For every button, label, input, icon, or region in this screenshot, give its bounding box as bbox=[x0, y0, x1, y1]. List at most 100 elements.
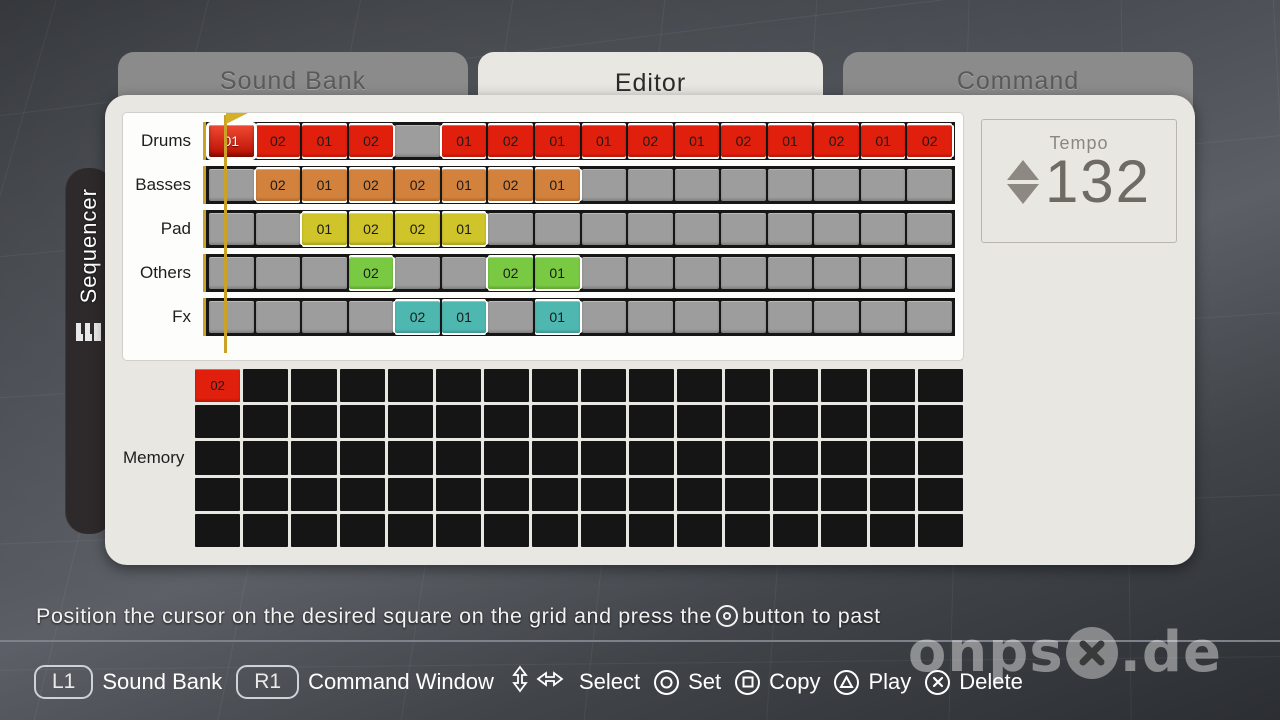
step-cell[interactable] bbox=[581, 301, 627, 333]
memory-cell[interactable] bbox=[387, 477, 433, 511]
step-cell[interactable] bbox=[814, 213, 859, 245]
memory-cell[interactable] bbox=[773, 477, 819, 511]
memory-cell[interactable] bbox=[773, 369, 819, 403]
memory-cell[interactable] bbox=[532, 513, 578, 547]
memory-cell[interactable] bbox=[387, 369, 433, 403]
memory-cell[interactable] bbox=[243, 477, 289, 511]
step-cell[interactable] bbox=[674, 301, 720, 333]
step-cell[interactable] bbox=[488, 213, 533, 245]
memory-cell[interactable] bbox=[917, 513, 963, 547]
memory-cell[interactable] bbox=[387, 405, 433, 439]
step-cell[interactable] bbox=[860, 213, 906, 245]
step-cell[interactable] bbox=[860, 257, 906, 289]
memory-cell[interactable] bbox=[676, 405, 723, 439]
step-cell[interactable] bbox=[255, 257, 301, 289]
memory-cell[interactable] bbox=[484, 513, 530, 547]
step-cell[interactable] bbox=[674, 257, 720, 289]
step-cell[interactable] bbox=[628, 213, 673, 245]
step-cell[interactable]: 02 bbox=[348, 169, 394, 201]
step-cell[interactable]: 01 bbox=[860, 125, 906, 157]
memory-cell[interactable] bbox=[243, 513, 289, 547]
step-cell[interactable] bbox=[395, 257, 440, 289]
step-cell[interactable] bbox=[209, 257, 254, 289]
memory-cell[interactable] bbox=[339, 477, 385, 511]
memory-cell[interactable] bbox=[291, 405, 337, 439]
step-cell[interactable]: 02 bbox=[488, 169, 533, 201]
step-cell[interactable] bbox=[302, 257, 347, 289]
step-cell[interactable] bbox=[860, 301, 906, 333]
memory-cell[interactable] bbox=[291, 513, 337, 547]
legend-item-copy[interactable]: Copy bbox=[735, 669, 820, 695]
legend-item-set[interactable]: Set bbox=[654, 669, 721, 695]
legend-item-play[interactable]: Play bbox=[834, 669, 911, 695]
step-cell[interactable] bbox=[721, 213, 766, 245]
track-steps[interactable]: 01 02 02 01 bbox=[203, 210, 955, 248]
step-cell[interactable] bbox=[814, 301, 859, 333]
step-cell[interactable]: 01 bbox=[441, 169, 487, 201]
memory-cell[interactable] bbox=[291, 441, 337, 475]
legend-item-select[interactable]: Select bbox=[508, 664, 640, 700]
memory-grid[interactable]: 02 bbox=[195, 369, 963, 547]
memory-cell[interactable] bbox=[484, 405, 530, 439]
step-cell[interactable]: 01 bbox=[534, 257, 580, 289]
memory-cell[interactable] bbox=[580, 441, 626, 475]
memory-cell[interactable] bbox=[339, 405, 385, 439]
memory-cell[interactable] bbox=[725, 477, 771, 511]
memory-cell[interactable] bbox=[676, 441, 723, 475]
memory-cell[interactable] bbox=[628, 441, 674, 475]
memory-cell[interactable] bbox=[869, 513, 915, 547]
step-cell[interactable] bbox=[860, 169, 906, 201]
memory-cell[interactable] bbox=[628, 477, 674, 511]
memory-cell[interactable] bbox=[435, 405, 482, 439]
memory-cell[interactable] bbox=[580, 405, 626, 439]
memory-cell[interactable] bbox=[725, 441, 771, 475]
step-cell[interactable] bbox=[209, 169, 254, 201]
step-cell[interactable] bbox=[209, 213, 254, 245]
step-cell[interactable] bbox=[814, 257, 859, 289]
memory-cell[interactable] bbox=[821, 369, 867, 403]
memory-cell[interactable] bbox=[339, 369, 385, 403]
memory-cell[interactable] bbox=[195, 441, 241, 475]
step-cell[interactable] bbox=[534, 213, 580, 245]
step-cell[interactable]: 02 bbox=[488, 125, 533, 157]
memory-cell[interactable] bbox=[435, 477, 482, 511]
step-cell[interactable]: 01 bbox=[534, 169, 580, 201]
legend-item-command-window[interactable]: R1 Command Window bbox=[236, 665, 494, 699]
step-cell[interactable] bbox=[721, 257, 766, 289]
sequencer-grid[interactable]: Drums 01 02 01 02 01 02 01 01 02 01 02 01 02 01 02 Basse… bbox=[123, 113, 963, 360]
track-steps[interactable]: 02 01 02 02 01 02 01 bbox=[203, 166, 955, 204]
step-cell[interactable] bbox=[907, 213, 952, 245]
step-cell[interactable]: 01 bbox=[302, 213, 347, 245]
memory-cell[interactable] bbox=[484, 441, 530, 475]
step-cell[interactable]: 01 bbox=[302, 169, 347, 201]
memory-cell[interactable] bbox=[676, 477, 723, 511]
step-cell[interactable] bbox=[628, 301, 673, 333]
step-cell[interactable]: 01 bbox=[767, 125, 813, 157]
memory-cell[interactable] bbox=[243, 441, 289, 475]
step-cell[interactable] bbox=[302, 301, 347, 333]
step-cell[interactable] bbox=[628, 257, 673, 289]
memory-cell[interactable] bbox=[484, 369, 530, 403]
memory-cell[interactable] bbox=[532, 441, 578, 475]
memory-cell[interactable] bbox=[387, 513, 433, 547]
memory-cell[interactable] bbox=[532, 369, 578, 403]
legend-item-sound-bank[interactable]: L1 Sound Bank bbox=[34, 665, 222, 699]
step-cell[interactable]: 02 bbox=[348, 257, 394, 289]
memory-cell[interactable] bbox=[869, 441, 915, 475]
step-cell[interactable]: 02 bbox=[395, 301, 440, 333]
memory-cell[interactable] bbox=[243, 405, 289, 439]
step-cell[interactable]: 01 bbox=[441, 125, 487, 157]
step-cell[interactable] bbox=[907, 257, 952, 289]
memory-cell[interactable] bbox=[243, 369, 289, 403]
memory-cell[interactable] bbox=[580, 513, 626, 547]
memory-cell[interactable] bbox=[725, 405, 771, 439]
memory-cell[interactable]: 02 bbox=[195, 369, 241, 403]
step-cell[interactable] bbox=[581, 213, 627, 245]
memory-cell[interactable] bbox=[435, 513, 482, 547]
step-cell[interactable] bbox=[721, 169, 766, 201]
memory-cell[interactable] bbox=[917, 369, 963, 403]
track-steps[interactable]: 01 02 01 02 01 02 01 01 02 01 02 01 02 01 02 bbox=[203, 122, 955, 160]
memory-cell[interactable] bbox=[628, 369, 674, 403]
memory-cell[interactable] bbox=[291, 477, 337, 511]
step-cell[interactable] bbox=[907, 301, 952, 333]
